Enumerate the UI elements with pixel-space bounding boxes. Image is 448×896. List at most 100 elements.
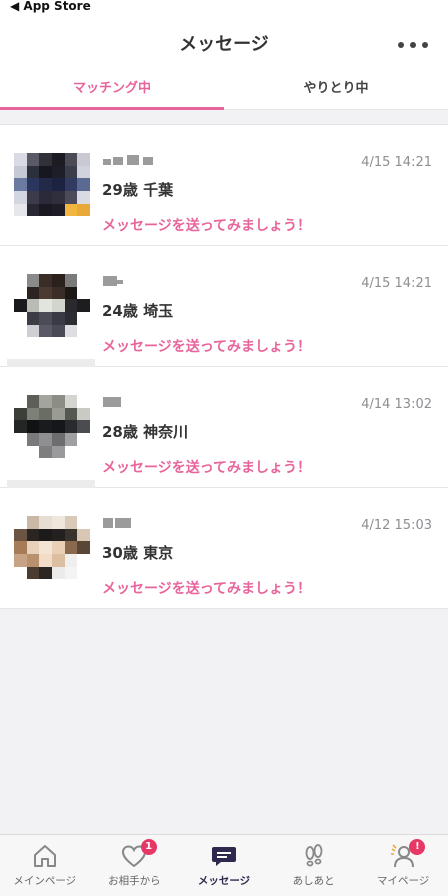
segment-tabs: マッチング中 やりとり中 xyxy=(0,70,448,110)
avatar-pixel xyxy=(52,420,65,433)
tabbar-label: メッセージ xyxy=(197,875,251,887)
avatar-pixel xyxy=(52,286,65,300)
avatar-pixel xyxy=(52,395,65,408)
avatar-pixel xyxy=(26,407,40,421)
avatar-pixel xyxy=(26,191,40,204)
age-location: 28歳 神奈川 xyxy=(102,423,189,441)
avatar[interactable] xyxy=(14,389,90,465)
avatar-pixel xyxy=(52,203,65,217)
avatar-pixel xyxy=(52,274,65,287)
page-title: メッセージ xyxy=(179,34,269,55)
avatar-pixel xyxy=(64,395,78,408)
avatar-pixel xyxy=(64,312,78,325)
more-options-button[interactable] xyxy=(398,38,428,52)
avatar-pixel xyxy=(39,191,52,204)
avatar[interactable] xyxy=(14,510,90,586)
send-message-prompt[interactable]: メッセージを送ってみましょう！ xyxy=(102,336,311,356)
avatar-pixel xyxy=(52,541,65,554)
avatar-pixel xyxy=(39,274,52,287)
tabbar-label: マイページ xyxy=(377,875,430,887)
avatar-pixel xyxy=(64,433,78,446)
avatar-pixel xyxy=(77,178,90,191)
tab-indicator xyxy=(0,107,224,110)
tab-conversing[interactable]: やりとり中 xyxy=(224,70,448,109)
avatar-pixel xyxy=(39,153,52,166)
nav-bar: メッセージ xyxy=(0,14,448,70)
message-row[interactable]: 28歳 神奈川 4/14 13:02 メッセージを送ってみましょう！ xyxy=(0,367,448,490)
tabbar-item-main[interactable]: メインページ xyxy=(0,835,90,896)
avatar-pixel xyxy=(14,433,27,446)
nickname-blurred xyxy=(103,397,157,409)
avatar[interactable] xyxy=(14,147,90,223)
avatar-pixel xyxy=(39,541,52,554)
avatar-pixel xyxy=(64,566,78,580)
tabbar-label: お相手から xyxy=(108,875,161,887)
age-location: 30歳 東京 xyxy=(102,544,174,562)
avatar-pixel xyxy=(77,420,90,433)
avatar-pixel xyxy=(26,178,40,191)
avatar-pixel xyxy=(64,286,78,300)
age-location: 29歳 千葉 xyxy=(102,181,174,199)
tabbar-item-mypage[interactable]: ! マイページ xyxy=(358,835,448,896)
avatar-pixel xyxy=(14,286,27,300)
tabbar-label: メインページ xyxy=(13,875,77,887)
alert-badge: ! xyxy=(409,839,426,855)
avatar-pixel xyxy=(26,445,40,459)
message-row[interactable]: 24歳 埼玉 4/15 14:21 メッセージを送ってみましょう！ xyxy=(0,246,448,369)
avatar-pixel xyxy=(14,516,27,529)
chat-icon xyxy=(211,847,236,866)
message-date: 4/15 14:21 xyxy=(361,155,432,170)
message-row[interactable]: 30歳 東京 4/12 15:03 メッセージを送ってみましょう！ xyxy=(0,488,448,609)
avatar-pixel xyxy=(77,554,90,567)
nickname-blurred xyxy=(103,518,157,530)
tabbar-item-messages[interactable]: メッセージ xyxy=(179,835,269,896)
avatar-pixel xyxy=(26,165,40,179)
avatar-pixel xyxy=(77,312,90,325)
avatar-pixel xyxy=(52,191,65,204)
avatar-pixel xyxy=(77,433,90,446)
avatar-pixel xyxy=(39,299,52,312)
avatar-pixel xyxy=(77,191,90,204)
list-spacer xyxy=(0,110,448,124)
avatar-pixel xyxy=(26,554,40,567)
avatar-pixel xyxy=(14,178,27,191)
avatar-pixel xyxy=(14,153,27,166)
send-message-prompt[interactable]: メッセージを送ってみましょう！ xyxy=(102,215,311,235)
nickname-blurred xyxy=(103,155,157,167)
avatar-pixel xyxy=(14,191,27,204)
avatar-pixel xyxy=(14,541,27,554)
avatar-pixel xyxy=(39,528,52,542)
tabbar-item-likes[interactable]: 1 お相手から xyxy=(90,835,180,896)
status-bar: ◀ App Store xyxy=(0,0,448,14)
avatar-pixel xyxy=(26,541,40,554)
avatar-pixel xyxy=(77,407,90,421)
avatar-pixel xyxy=(39,312,52,325)
tabbar-item-footprints[interactable]: あしあと xyxy=(269,835,359,896)
avatar-pixel xyxy=(14,566,27,580)
avatar-pixel xyxy=(64,541,78,554)
avatar-pixel xyxy=(52,566,65,580)
tab-matching[interactable]: マッチング中 xyxy=(0,70,224,109)
avatar-pixel xyxy=(26,203,40,217)
avatar-pixel xyxy=(52,178,65,191)
avatar-pixel xyxy=(52,312,65,325)
message-date: 4/12 15:03 xyxy=(361,518,432,533)
avatar-pixel xyxy=(39,286,52,300)
avatar-pixel xyxy=(52,407,65,421)
avatar-pixel xyxy=(77,395,90,408)
avatar-pixel xyxy=(64,420,78,433)
avatar-pixel xyxy=(26,433,40,446)
send-message-prompt[interactable]: メッセージを送ってみましょう！ xyxy=(102,457,311,477)
avatar-pixel xyxy=(64,274,78,287)
dot-icon xyxy=(398,42,404,48)
dot-icon xyxy=(410,42,416,48)
avatar[interactable] xyxy=(14,268,90,344)
message-row[interactable]: 29歳 千葉 4/15 14:21 メッセージを送ってみましょう！ xyxy=(0,125,448,246)
dot-icon xyxy=(422,42,428,48)
avatar-pixel xyxy=(64,153,78,166)
avatar-pixel xyxy=(26,312,40,325)
avatar-pixel xyxy=(64,165,78,179)
send-message-prompt[interactable]: メッセージを送ってみましょう！ xyxy=(102,578,311,598)
avatar-pixel xyxy=(14,407,27,421)
back-to-app-store[interactable]: ◀ App Store xyxy=(10,0,91,13)
